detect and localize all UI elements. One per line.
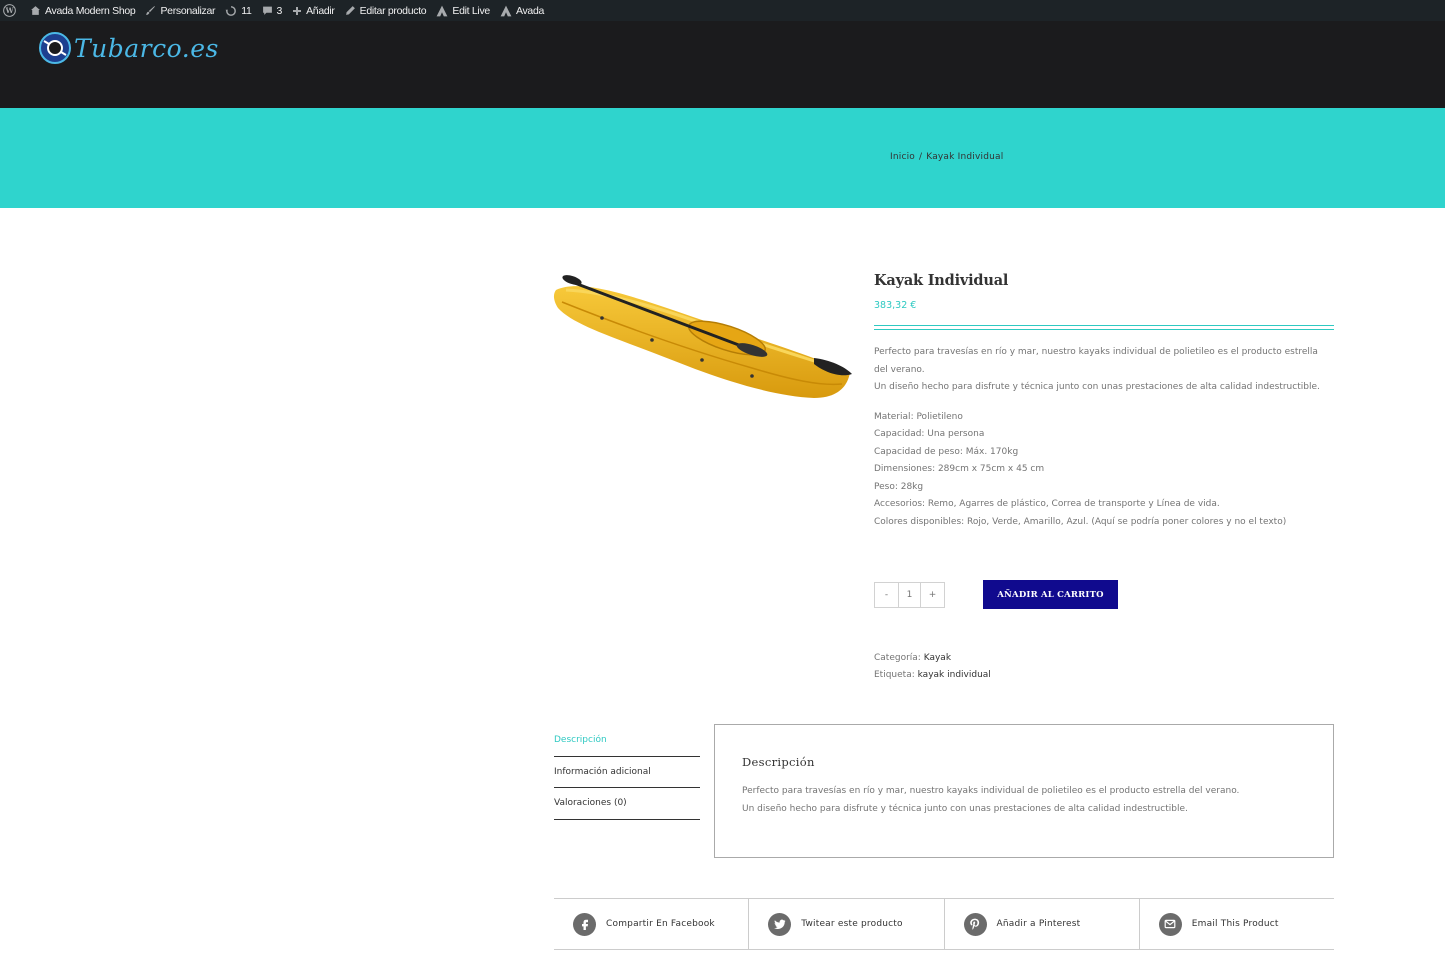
life-ring-icon: [39, 32, 71, 64]
admin-updates[interactable]: 11: [225, 4, 252, 17]
pencil-icon: [345, 6, 355, 15]
share-facebook-label: Compartir En Facebook: [606, 919, 715, 929]
admin-avada-label: Avada: [515, 4, 545, 17]
admin-bar: W Avada Modern Shop Personalizar 11 3 Añ…: [0, 0, 1445, 21]
admin-comments[interactable]: 3: [262, 4, 283, 17]
admin-site-name-label: Avada Modern Shop: [45, 4, 136, 17]
logo-text: Tubarco.es: [74, 33, 219, 63]
facebook-icon: [573, 912, 596, 936]
product-price: 383,32 €: [874, 300, 917, 311]
admin-new-label: Añadir: [306, 4, 335, 17]
twitter-icon: [768, 912, 792, 936]
short-description-line: Perfecto para travesías en río y mar, nu…: [874, 347, 1318, 375]
admin-comments-count: 3: [276, 4, 283, 17]
tab-panel-content: Perfecto para travesías en río y mar, nu…: [742, 782, 1306, 818]
page-title-bar: Inicio / Kayak Individual: [0, 108, 1445, 208]
product-summary: Kayak Individual 383,32 € Perfecto para …: [874, 272, 1334, 531]
product-tag: Etiqueta: kayak individual: [874, 667, 991, 684]
wordpress-logo[interactable]: W: [3, 4, 20, 17]
share-twitter-label: Twitear este producto: [801, 919, 903, 929]
product-category: Categoría: Kayak: [874, 650, 991, 667]
spec-line: Accesorios: Remo, Agarres de plástico, C…: [874, 499, 1220, 509]
admin-edit-product[interactable]: Editar producto: [345, 5, 427, 17]
share-email-button[interactable]: Email This Product: [1140, 899, 1334, 949]
kayak-illustration: [553, 275, 852, 398]
tab-panel-line: Perfecto para travesías en río y mar, nu…: [742, 786, 1240, 796]
quantity-minus-button[interactable]: -: [875, 583, 898, 607]
avada-icon: [500, 5, 512, 16]
spec-line: Dimensiones: 289cm x 75cm x 45 cm: [874, 464, 1045, 474]
short-description-line: Un diseño hecho para disfrute y técnica …: [874, 382, 1320, 392]
updates-icon: [225, 5, 237, 16]
product-tabs: Descripción Información adicional Valora…: [554, 725, 700, 820]
admin-edit-product-label: Editar producto: [359, 4, 427, 17]
svg-text:W: W: [5, 6, 15, 15]
brush-icon: [146, 6, 156, 15]
quantity-input[interactable]: 1: [898, 582, 921, 607]
wordpress-icon: W: [3, 4, 16, 17]
site-logo[interactable]: Tubarco.es: [38, 31, 219, 65]
quantity-stepper: - 1 +: [874, 581, 945, 608]
product-meta: Categoría: Kayak Etiqueta: kayak individ…: [874, 650, 991, 684]
tag-link[interactable]: kayak individual: [918, 670, 991, 680]
admin-avada[interactable]: Avada: [500, 5, 544, 17]
category-label: Categoría:: [874, 653, 921, 663]
price-separator: [874, 325, 1334, 330]
quantity-plus-button[interactable]: +: [921, 583, 944, 607]
avada-icon: [436, 5, 448, 16]
share-pinterest-button[interactable]: Añadir a Pinterest: [945, 899, 1140, 949]
pinterest-icon: [963, 912, 987, 936]
admin-updates-count: 11: [241, 4, 252, 17]
plus-icon: [293, 6, 302, 15]
product-image[interactable]: [552, 268, 854, 408]
breadcrumb-current: Kayak Individual: [926, 152, 1004, 162]
breadcrumb: Inicio / Kayak Individual: [890, 152, 1007, 162]
tab-panel: Descripción Perfecto para travesías en r…: [714, 724, 1334, 858]
spec-line: Capacidad de peso: Máx. 170kg: [874, 446, 1019, 457]
share-twitter-button[interactable]: Twitear este producto: [749, 899, 945, 949]
short-description: Perfecto para travesías en río y mar, nu…: [874, 344, 1334, 397]
tab-additional-info[interactable]: Información adicional: [554, 757, 700, 788]
admin-site-name[interactable]: Avada Modern Shop: [30, 4, 136, 17]
product-title: Kayak Individual: [874, 272, 1009, 289]
share-email-label: Email This Product: [1191, 919, 1279, 929]
share-box: Compartir En Facebook Twitear este produ…: [554, 898, 1334, 950]
tab-description[interactable]: Descripción: [554, 725, 700, 757]
spec-line: Capacidad: Una persona: [874, 429, 985, 439]
share-facebook-button[interactable]: Compartir En Facebook: [554, 899, 750, 949]
home-icon: [31, 6, 40, 15]
spec-line: Material: Polietileno: [874, 411, 963, 422]
site-header: Tubarco.es: [0, 21, 1445, 108]
spec-line: Colores disponibles: Rojo, Verde, Amaril…: [874, 516, 1287, 527]
breadcrumb-separator: /: [919, 152, 923, 162]
add-to-cart-form: - 1 + AÑADIR AL CARRITO: [874, 580, 1118, 609]
add-to-cart-button[interactable]: AÑADIR AL CARRITO: [983, 580, 1118, 609]
admin-edit-live-label: Edit Live: [452, 4, 490, 17]
admin-edit-live[interactable]: Edit Live: [436, 5, 490, 17]
product-specs: Material: Polietileno Capacidad: Una per…: [874, 409, 1334, 532]
breadcrumb-home[interactable]: Inicio: [890, 152, 915, 162]
tag-label: Etiqueta:: [874, 670, 915, 680]
share-pinterest-label: Añadir a Pinterest: [996, 919, 1081, 929]
admin-new-content[interactable]: Añadir: [292, 5, 335, 17]
comment-icon: [262, 6, 272, 15]
admin-customize-label: Personalizar: [160, 4, 216, 17]
tab-reviews[interactable]: Valoraciones (0): [554, 788, 700, 820]
admin-customize[interactable]: Personalizar: [145, 4, 216, 17]
tab-panel-line: Un diseño hecho para disfrute y técnica …: [742, 804, 1188, 814]
envelope-icon: [1158, 912, 1182, 936]
tab-panel-title: Descripción: [742, 755, 815, 769]
spec-line: Peso: 28kg: [874, 481, 924, 492]
category-link[interactable]: Kayak: [924, 653, 951, 663]
